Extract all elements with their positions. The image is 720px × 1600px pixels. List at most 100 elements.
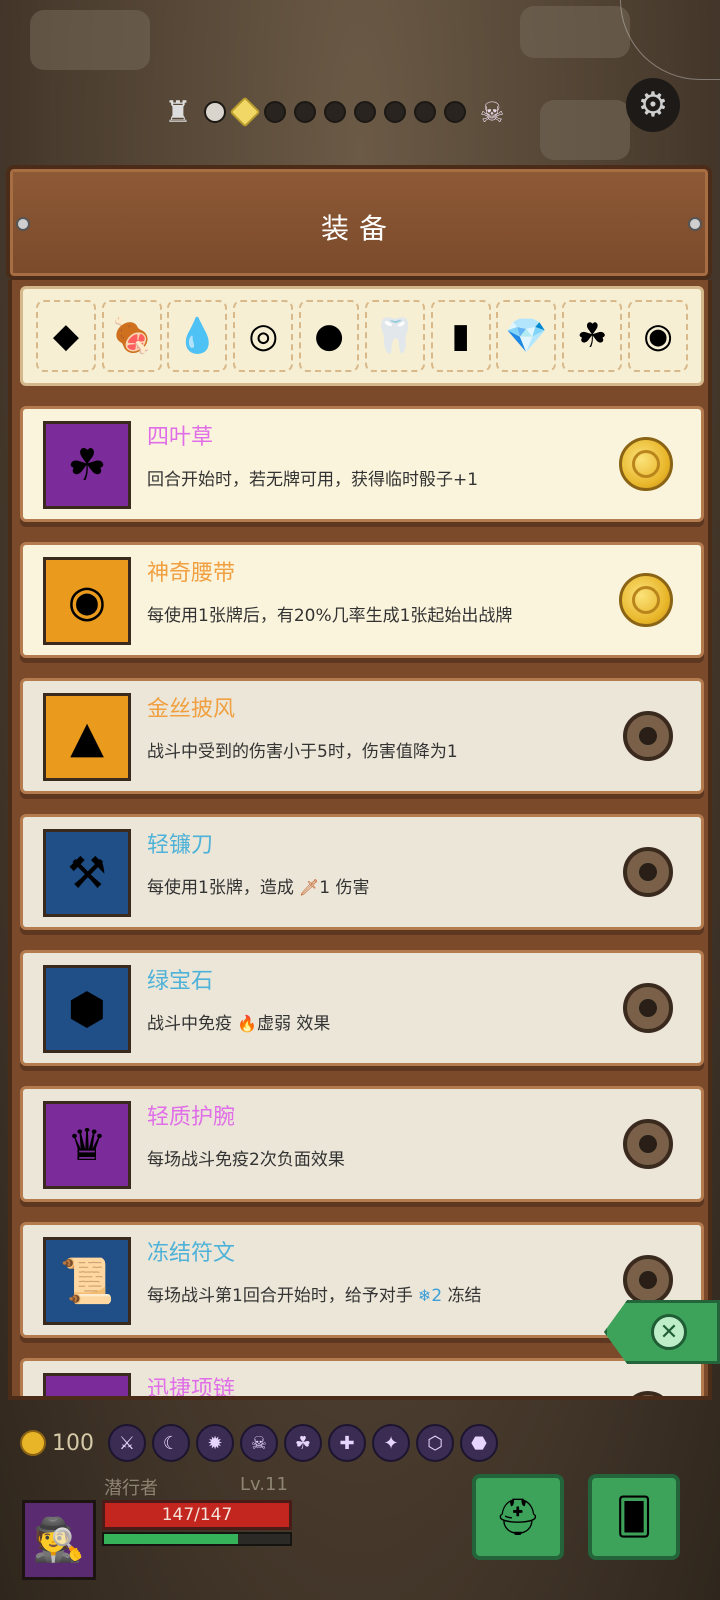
hp-value: 147/147 bbox=[161, 1505, 233, 1525]
equipment-panel-header: 装备 bbox=[6, 165, 712, 280]
equipment-item[interactable]: 📜 冻结符文 每场战斗第1回合开始时，给予对手 ❄2 冻结 bbox=[20, 1222, 704, 1338]
status-effect-icon[interactable]: ☠ bbox=[240, 1424, 278, 1462]
equipped-slot[interactable]: ▮ bbox=[430, 300, 491, 372]
equipped-slot[interactable]: ◎ bbox=[233, 300, 294, 372]
item-description: 每使用1张牌后，有20%几率生成1张起始出战牌 bbox=[147, 601, 512, 626]
item-name: 冻结符文 bbox=[147, 1241, 236, 1266]
equipped-slot[interactable]: 🦷 bbox=[364, 300, 425, 372]
empty-socket-icon bbox=[623, 847, 673, 897]
water-drop-icon: 💧 bbox=[176, 316, 219, 356]
moss-brick-icon: ▮ bbox=[451, 316, 471, 356]
emerald-icon: ⬢ bbox=[43, 965, 131, 1053]
description-value: 1 bbox=[319, 878, 331, 898]
item-description: 战斗中免疫 🔥虚弱 效果 bbox=[147, 1009, 330, 1034]
description-text: 每场战斗第1回合开始时，给予对手 bbox=[147, 1286, 413, 1306]
status-effect-icon[interactable]: ☘ bbox=[284, 1424, 322, 1462]
item-name: 金丝披风 bbox=[147, 697, 236, 722]
description-text: 冻结 bbox=[447, 1286, 482, 1306]
item-description: 每场战斗免疫2次负面效果 bbox=[147, 1145, 345, 1170]
item-name: 轻质护腕 bbox=[147, 1105, 236, 1130]
hero-level: Lv.11 bbox=[240, 1474, 288, 1495]
equipped-slot[interactable]: 💧 bbox=[167, 300, 228, 372]
hero-name: 潜行者 bbox=[104, 1478, 158, 1499]
equipment-panel-body: ◆ 🍖 💧 ◎ ● 🦷 ▮ 💎 ☘ ◉ ☘ 四叶草回合开始时，若无牌可用，获得临时骰子+1 ◉ 神奇腰带… bbox=[8, 280, 712, 1400]
magic-belt-icon: ◉ bbox=[643, 316, 673, 356]
description-text: 伤害 bbox=[335, 878, 370, 898]
equipment-item[interactable]: ☘ 四叶草回合开始时，若无牌可用，获得临时骰子+1 bbox=[20, 406, 704, 522]
empty-socket-icon bbox=[623, 983, 673, 1033]
item-name: 轻镰刀 bbox=[147, 833, 214, 858]
description-value: 2 bbox=[431, 1286, 443, 1306]
progress-node bbox=[414, 101, 436, 123]
progress-node bbox=[264, 101, 286, 123]
hp-bar: 147/147 bbox=[102, 1500, 292, 1530]
equipment-item[interactable]: ⬢ 绿宝石 战斗中免疫 🔥虚弱 效果 bbox=[20, 950, 704, 1066]
description-text: 每使用1张牌后，有20%几率生成1张起始出战牌 bbox=[147, 606, 513, 626]
equipped-items-strip: ◆ 🍖 💧 ◎ ● 🦷 ▮ 💎 ☘ ◉ bbox=[20, 286, 704, 386]
status-effect-icon[interactable]: ⬡ bbox=[416, 1424, 454, 1462]
castle-icon: ♜ bbox=[164, 94, 192, 130]
button-icon: ● bbox=[314, 316, 344, 356]
equipped-slot[interactable]: ● bbox=[299, 300, 360, 372]
item-name: 四叶草 bbox=[147, 425, 214, 450]
equipment-item[interactable]: ◉ 神奇腰带每使用1张牌后，有20%几率生成1张起始出战牌 bbox=[20, 542, 704, 658]
status-effect-icon[interactable]: ⚔ bbox=[108, 1424, 146, 1462]
equipment-item[interactable]: ♛ 轻质护腕 每场战斗免疫2次负面效果 bbox=[20, 1086, 704, 1202]
four-leaf-clover-icon: ☘ bbox=[43, 421, 131, 509]
empty-socket-icon bbox=[623, 1119, 673, 1169]
equipped-slot[interactable]: ◉ bbox=[628, 300, 689, 372]
magic-belt-icon: ◉ bbox=[43, 557, 131, 645]
blue-gems-icon: 💎 bbox=[505, 316, 548, 356]
panel-title: 装备 bbox=[320, 212, 397, 245]
equipped-slot[interactable]: ☘ bbox=[562, 300, 623, 372]
empty-socket-icon bbox=[623, 1255, 673, 1305]
equipped-slot[interactable]: 💎 bbox=[496, 300, 557, 372]
status-effect-icon[interactable]: ☾ bbox=[152, 1424, 190, 1462]
status-effect-icon[interactable]: ⬣ bbox=[460, 1424, 498, 1462]
equipment-item[interactable]: ▲ 金丝披风战斗中受到的伤害小于5时，伤害值降为1 bbox=[20, 678, 704, 794]
progress-node bbox=[294, 101, 316, 123]
description-text: 回合开始时，若无牌可用，获得临时骰子+1 bbox=[147, 470, 479, 490]
item-description: 战斗中受到的伤害小于5时，伤害值降为1 bbox=[147, 737, 458, 762]
ruby-ornament-icon: ◆ bbox=[52, 316, 79, 356]
equipment-item[interactable]: ⚒ 轻镰刀每使用1张牌，造成 🗡1 伤害 bbox=[20, 814, 704, 930]
wall-stone bbox=[520, 6, 630, 58]
gear-icon: ⚙ bbox=[637, 85, 669, 125]
progress-node-current bbox=[229, 96, 261, 128]
gold-coin-icon bbox=[20, 1430, 46, 1456]
hero-portrait[interactable]: 🕵 bbox=[22, 1500, 96, 1580]
item-description: 每使用1张牌，造成 🗡1 伤害 bbox=[147, 873, 369, 898]
status-effect-icon[interactable]: ✦ bbox=[372, 1424, 410, 1462]
progress-node bbox=[204, 101, 226, 123]
status-effect-icon[interactable]: ✚ bbox=[328, 1424, 366, 1462]
golden-cloak-icon: ▲ bbox=[43, 693, 131, 781]
bottom-hud: 100 ⚔ ☾ ✹ ☠ ☘ ✚ ✦ ⬡ ⬣ 🕵 潜行者 Lv.11 147/147 ⛑ 🂠 bbox=[0, 1420, 720, 1600]
progress-node bbox=[444, 101, 466, 123]
deck-button[interactable]: 🂠 bbox=[588, 1474, 680, 1560]
equipment-button[interactable]: ⛑ bbox=[472, 1474, 564, 1560]
status-effect-icon[interactable]: ✹ bbox=[196, 1424, 234, 1462]
equipped-slot[interactable]: 🍖 bbox=[101, 300, 162, 372]
item-name: 神奇腰带 bbox=[147, 561, 236, 586]
close-button[interactable]: ✕ bbox=[604, 1300, 720, 1364]
spiked-bracelet-icon: ◎ bbox=[248, 316, 279, 356]
gold-socket-icon bbox=[619, 573, 673, 627]
item-description: 回合开始时，若无牌可用，获得临时骰子+1 bbox=[147, 465, 478, 490]
progress-node bbox=[384, 101, 406, 123]
helmet-icon: ⛑ bbox=[495, 1497, 541, 1538]
empty-socket-icon bbox=[623, 1391, 673, 1396]
rogue-avatar-icon: 🕵 bbox=[32, 1515, 86, 1564]
status-effects-row: ⚔ ☾ ✹ ☠ ☘ ✚ ✦ ⬡ ⬣ bbox=[108, 1424, 498, 1462]
sickle-icon: ⚒ bbox=[43, 829, 131, 917]
equipment-item[interactable]: ◠ 迅捷项链 bbox=[20, 1358, 704, 1396]
description-text: 效果 bbox=[296, 1014, 331, 1034]
equipped-slot[interactable]: ◆ bbox=[35, 300, 96, 372]
gold-socket-icon bbox=[619, 437, 673, 491]
settings-gear-button[interactable]: ⚙ bbox=[626, 78, 680, 132]
dungeon-progress: ♜ ☠ bbox=[160, 90, 560, 134]
four-leaf-clover-icon: ☘ bbox=[577, 316, 608, 356]
progress-node bbox=[324, 101, 346, 123]
gold-counter: 100 bbox=[20, 1430, 94, 1456]
empty-socket-icon bbox=[623, 711, 673, 761]
boss-skull-icon: ☠ bbox=[479, 95, 505, 129]
